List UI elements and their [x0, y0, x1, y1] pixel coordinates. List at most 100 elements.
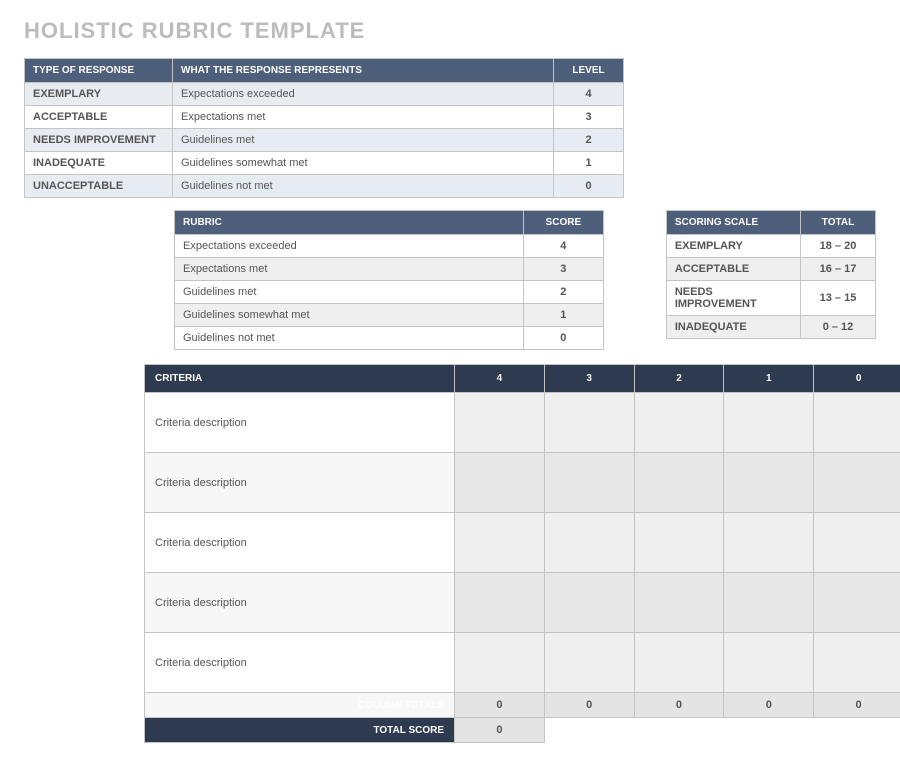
scale-row: ACCEPTABLE 16 – 17 [666, 258, 875, 281]
criteria-cell[interactable] [544, 573, 634, 633]
scale-name: ACCEPTABLE [666, 258, 800, 281]
scale-row: INADEQUATE 0 – 12 [666, 316, 875, 339]
criteria-header-col: 4 [455, 365, 545, 393]
criteria-cell[interactable] [634, 513, 724, 573]
rubric-table: RUBRIC SCORE Expectations exceeded 4 Exp… [174, 210, 604, 350]
criteria-cell[interactable] [455, 513, 545, 573]
criteria-cell[interactable] [814, 573, 900, 633]
criteria-header-col: 2 [634, 365, 724, 393]
response-represents: Guidelines not met [173, 175, 554, 198]
criteria-table: CRITERIA 4 3 2 1 0 Criteria description … [144, 364, 900, 743]
rubric-desc: Guidelines met [175, 281, 524, 304]
criteria-desc[interactable]: Criteria description [145, 573, 455, 633]
criteria-cell[interactable] [455, 393, 545, 453]
scoring-scale-table: SCORING SCALE TOTAL EXEMPLARY 18 – 20 AC… [666, 210, 876, 339]
total-score-blank [544, 718, 900, 743]
response-type-table: TYPE OF RESPONSE WHAT THE RESPONSE REPRE… [24, 58, 624, 198]
response-header-represents: WHAT THE RESPONSE REPRESENTS [173, 59, 554, 83]
response-header-type: TYPE OF RESPONSE [25, 59, 173, 83]
column-total: 0 [724, 693, 814, 718]
response-type: EXEMPLARY [25, 83, 173, 106]
criteria-row: Criteria description [145, 453, 900, 513]
response-type: UNACCEPTABLE [25, 175, 173, 198]
criteria-cell[interactable] [724, 633, 814, 693]
criteria-cell[interactable] [544, 393, 634, 453]
rubric-score: 2 [523, 281, 603, 304]
total-score-value: 0 [455, 718, 545, 743]
response-type: NEEDS IMPROVEMENT [25, 129, 173, 152]
scale-total: 0 – 12 [801, 316, 876, 339]
scale-name: EXEMPLARY [666, 235, 800, 258]
response-represents: Guidelines somewhat met [173, 152, 554, 175]
criteria-cell[interactable] [634, 573, 724, 633]
rubric-header-rubric: RUBRIC [175, 211, 524, 235]
response-row: UNACCEPTABLE Guidelines not met 0 [25, 175, 624, 198]
criteria-cell[interactable] [544, 453, 634, 513]
scale-name: INADEQUATE [666, 316, 800, 339]
criteria-cell[interactable] [634, 393, 724, 453]
criteria-desc[interactable]: Criteria description [145, 453, 455, 513]
criteria-cell[interactable] [455, 573, 545, 633]
criteria-cell[interactable] [634, 453, 724, 513]
criteria-header-col: 1 [724, 365, 814, 393]
criteria-cell[interactable] [544, 513, 634, 573]
criteria-row: Criteria description [145, 513, 900, 573]
criteria-cell[interactable] [814, 453, 900, 513]
rubric-row: Guidelines met 2 [175, 281, 604, 304]
scale-row: EXEMPLARY 18 – 20 [666, 235, 875, 258]
criteria-cell[interactable] [455, 633, 545, 693]
criteria-header-criteria: CRITERIA [145, 365, 455, 393]
scale-total: 13 – 15 [801, 281, 876, 316]
response-header-level: LEVEL [554, 59, 624, 83]
column-total: 0 [544, 693, 634, 718]
rubric-desc: Guidelines not met [175, 327, 524, 350]
criteria-cell[interactable] [724, 453, 814, 513]
column-totals-row: COLUMN TOTALS 0 0 0 0 0 [145, 693, 900, 718]
response-level: 2 [554, 129, 624, 152]
page-title: HOLISTIC RUBRIC TEMPLATE [24, 18, 876, 44]
response-row: INADEQUATE Guidelines somewhat met 1 [25, 152, 624, 175]
criteria-cell[interactable] [814, 393, 900, 453]
response-level: 3 [554, 106, 624, 129]
column-totals-label: COLUMN TOTALS [145, 693, 455, 718]
criteria-cell[interactable] [634, 633, 724, 693]
response-row: ACCEPTABLE Expectations met 3 [25, 106, 624, 129]
criteria-cell[interactable] [544, 633, 634, 693]
scale-row: NEEDS IMPROVEMENT 13 – 15 [666, 281, 875, 316]
rubric-score: 1 [523, 304, 603, 327]
criteria-desc[interactable]: Criteria description [145, 393, 455, 453]
criteria-header-col: 3 [544, 365, 634, 393]
column-total: 0 [455, 693, 545, 718]
criteria-desc[interactable]: Criteria description [145, 513, 455, 573]
criteria-cell[interactable] [724, 513, 814, 573]
rubric-desc: Expectations exceeded [175, 235, 524, 258]
criteria-cell[interactable] [724, 573, 814, 633]
criteria-row: Criteria description [145, 573, 900, 633]
criteria-desc[interactable]: Criteria description [145, 633, 455, 693]
response-row: NEEDS IMPROVEMENT Guidelines met 2 [25, 129, 624, 152]
criteria-row: Criteria description [145, 633, 900, 693]
criteria-cell[interactable] [814, 513, 900, 573]
column-total: 0 [814, 693, 900, 718]
response-represents: Expectations met [173, 106, 554, 129]
rubric-row: Expectations met 3 [175, 258, 604, 281]
criteria-header-col: 0 [814, 365, 900, 393]
rubric-header-score: SCORE [523, 211, 603, 235]
criteria-cell[interactable] [814, 633, 900, 693]
rubric-score: 0 [523, 327, 603, 350]
total-score-row: TOTAL SCORE 0 [145, 718, 900, 743]
response-level: 4 [554, 83, 624, 106]
rubric-desc: Guidelines somewhat met [175, 304, 524, 327]
response-type: INADEQUATE [25, 152, 173, 175]
scale-header-name: SCORING SCALE [666, 211, 800, 235]
rubric-score: 3 [523, 258, 603, 281]
rubric-row: Guidelines somewhat met 1 [175, 304, 604, 327]
column-total: 0 [634, 693, 724, 718]
criteria-row: Criteria description [145, 393, 900, 453]
rubric-desc: Expectations met [175, 258, 524, 281]
response-represents: Expectations exceeded [173, 83, 554, 106]
criteria-cell[interactable] [724, 393, 814, 453]
scale-total: 18 – 20 [801, 235, 876, 258]
criteria-cell[interactable] [455, 453, 545, 513]
scale-header-total: TOTAL [801, 211, 876, 235]
